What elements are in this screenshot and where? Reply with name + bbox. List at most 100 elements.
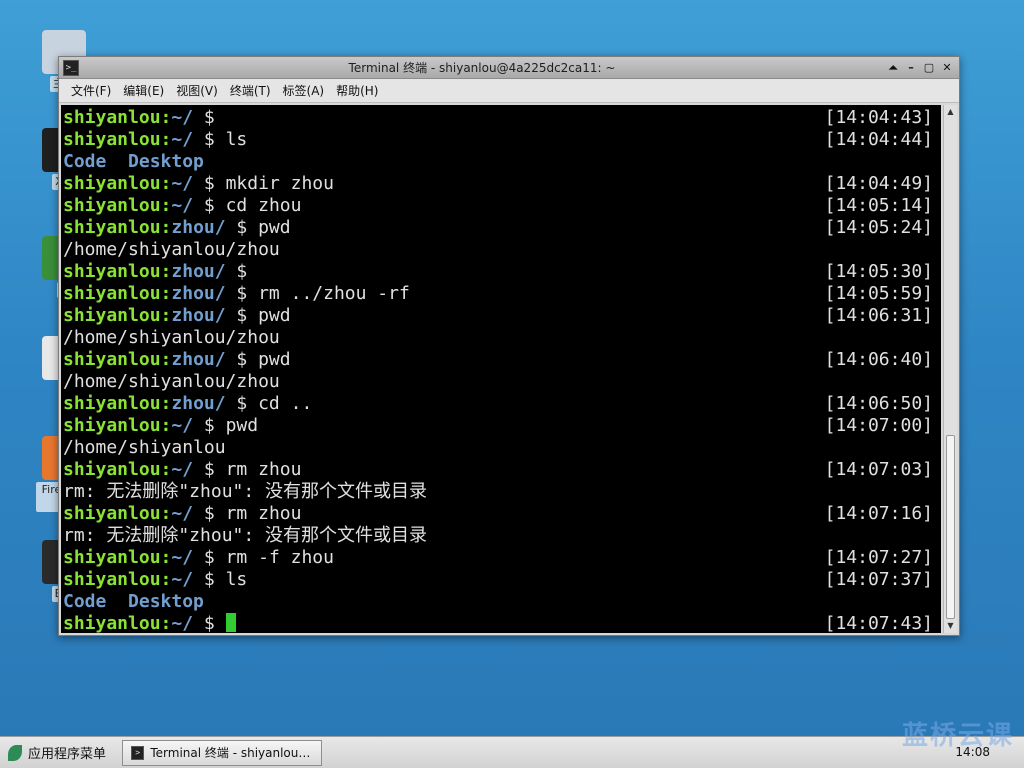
prompt-separator: : (160, 547, 172, 568)
prompt-path: ~/ (171, 503, 194, 524)
window-titlebar[interactable]: >_ Terminal 终端 - shiyanlou@4a225dc2ca11:… (59, 57, 959, 79)
terminal-line: shiyanlou:zhou/ $ pwd [14:06:31] (63, 305, 933, 327)
prompt-dollar: $ (225, 283, 259, 304)
prompt-user: shiyanlou (63, 503, 161, 524)
taskbar-terminal-button[interactable]: > Terminal 终端 - shiyanlou@… (122, 739, 323, 766)
prompt-timestamp: [14:06:50] (824, 393, 933, 414)
prompt-dollar: $ (193, 129, 226, 150)
prompt-path: ~/ (171, 107, 194, 128)
minimize-button[interactable]: – (903, 60, 919, 76)
prompt-timestamp: [14:06:40] (824, 349, 933, 370)
terminal-line: shiyanlou:~/ $ rm -f zhou [14:07:27] (63, 547, 933, 569)
terminal-line: /home/shiyanlou/zhou (63, 371, 933, 393)
command-output: /home/shiyanlou (63, 437, 226, 458)
prompt-timestamp: [14:05:30] (824, 261, 933, 282)
prompt-separator: : (160, 569, 172, 590)
command-text: pwd (258, 349, 291, 370)
prompt-user: shiyanlou (63, 129, 161, 150)
prompt-path: ~/ (171, 129, 194, 150)
terminal-line: shiyanlou:zhou/ $ [14:05:30] (63, 261, 933, 283)
prompt-timestamp: [14:05:59] (824, 283, 933, 304)
prompt-timestamp: [14:07:16] (824, 503, 933, 524)
prompt-separator: : (160, 503, 172, 524)
terminal-line: shiyanlou:~/ $ rm zhou [14:07:03] (63, 459, 933, 481)
terminal-line: rm: 无法删除"zhou": 没有那个文件或目录 (63, 525, 933, 547)
prompt-separator: : (160, 107, 172, 128)
menu-terminal[interactable]: 终端(T) (230, 82, 271, 99)
close-button[interactable]: ✕ (939, 60, 955, 76)
command-text: pwd (225, 415, 259, 436)
prompt-separator: : (160, 261, 172, 282)
text-cursor (225, 613, 236, 632)
prompt-dollar: $ (193, 613, 226, 633)
prompt-separator: : (160, 195, 172, 216)
scroll-down-icon[interactable]: ▼ (944, 619, 957, 633)
menu-help[interactable]: 帮助(H) (336, 82, 378, 99)
scroll-up-icon[interactable]: ▲ (944, 105, 957, 119)
terminal-window: >_ Terminal 终端 - shiyanlou@4a225dc2ca11:… (58, 56, 960, 636)
menu-file[interactable]: 文件(F) (71, 82, 111, 99)
command-text: ls (225, 569, 248, 590)
prompt-separator: : (160, 305, 172, 326)
terminal-output: shiyanlou:~/ $ [14:04:43] shiyanlou:~/ $ … (63, 107, 933, 633)
command-text: pwd (258, 217, 291, 238)
prompt-user: shiyanlou (63, 613, 161, 633)
prompt-user: shiyanlou (63, 305, 161, 326)
terminal-line: shiyanlou:~/ $ cd zhou [14:05:14] (63, 195, 933, 217)
terminal-line: shiyanlou:~/ $ [14:04:43] (63, 107, 933, 129)
terminal-line: shiyanlou:zhou/ $ cd .. [14:06:50] (63, 393, 933, 415)
menu-view[interactable]: 视图(V) (176, 82, 218, 99)
terminal-line: /home/shiyanlou/zhou (63, 239, 933, 261)
prompt-separator: : (160, 283, 172, 304)
prompt-timestamp: [14:04:43] (824, 107, 933, 128)
command-output: rm: 无法删除"zhou": 没有那个文件或目录 (63, 525, 428, 546)
command-output: rm: 无法删除"zhou": 没有那个文件或目录 (63, 481, 428, 502)
prompt-user: shiyanlou (63, 173, 161, 194)
prompt-user: shiyanlou (63, 195, 161, 216)
terminal-line: shiyanlou:~/ $ pwd [14:07:00] (63, 415, 933, 437)
prompt-dollar: $ (193, 547, 226, 568)
window-controls: ⏶ – ▢ ✕ (885, 60, 955, 76)
prompt-path: ~/ (171, 195, 194, 216)
prompt-timestamp: [14:05:14] (824, 195, 933, 216)
prompt-path: ~/ (171, 173, 194, 194)
prompt-timestamp: [14:07:00] (824, 415, 933, 436)
prompt-timestamp: [14:04:44] (824, 129, 933, 150)
prompt-separator: : (160, 415, 172, 436)
maximize-button[interactable]: ▢ (921, 60, 937, 76)
prompt-dollar: $ (225, 261, 259, 282)
applications-menu-button[interactable]: 应用程序菜单 (0, 737, 116, 768)
prompt-dollar: $ (193, 195, 226, 216)
command-text: cd zhou (225, 195, 302, 216)
prompt-path: zhou/ (171, 217, 226, 238)
command-text: ls (225, 129, 248, 150)
prompt-user: shiyanlou (63, 349, 161, 370)
directory-listing: Code Desktop (63, 151, 204, 172)
menu-edit[interactable]: 编辑(E) (123, 82, 164, 99)
terminal-area[interactable]: shiyanlou:~/ $ [14:04:43] shiyanlou:~/ $ … (61, 105, 941, 633)
taskbar-terminal-label: Terminal 终端 - shiyanlou@… (150, 746, 314, 760)
scrollbar-thumb[interactable] (946, 435, 955, 619)
prompt-timestamp: [14:07:27] (824, 547, 933, 568)
terminal-line: shiyanlou:~/ $ [14:07:43] (63, 613, 933, 633)
shade-button[interactable]: ⏶ (885, 60, 901, 76)
prompt-timestamp: [14:07:37] (824, 569, 933, 590)
command-text: pwd (258, 305, 291, 326)
terminal-line: shiyanlou:~/ $ mkdir zhou [14:04:49] (63, 173, 933, 195)
prompt-path: zhou/ (171, 305, 226, 326)
prompt-user: shiyanlou (63, 217, 161, 238)
menu-tabs[interactable]: 标签(A) (283, 82, 325, 99)
prompt-separator: : (160, 349, 172, 370)
window-title: Terminal 终端 - shiyanlou@4a225dc2ca11: ~ (348, 61, 616, 75)
prompt-dollar: $ (193, 415, 226, 436)
command-output: /home/shiyanlou/zhou (63, 327, 280, 348)
command-text: rm ../zhou -rf (258, 283, 410, 304)
prompt-path: zhou/ (171, 349, 226, 370)
terminal-line: /home/shiyanlou (63, 437, 933, 459)
terminal-line: shiyanlou:~/ $ rm zhou [14:07:16] (63, 503, 933, 525)
prompt-timestamp: [14:04:49] (824, 173, 933, 194)
prompt-user: shiyanlou (63, 459, 161, 480)
prompt-dollar: $ (193, 107, 226, 128)
vertical-scrollbar[interactable]: ▲ ▼ (943, 105, 957, 633)
prompt-user: shiyanlou (63, 107, 161, 128)
